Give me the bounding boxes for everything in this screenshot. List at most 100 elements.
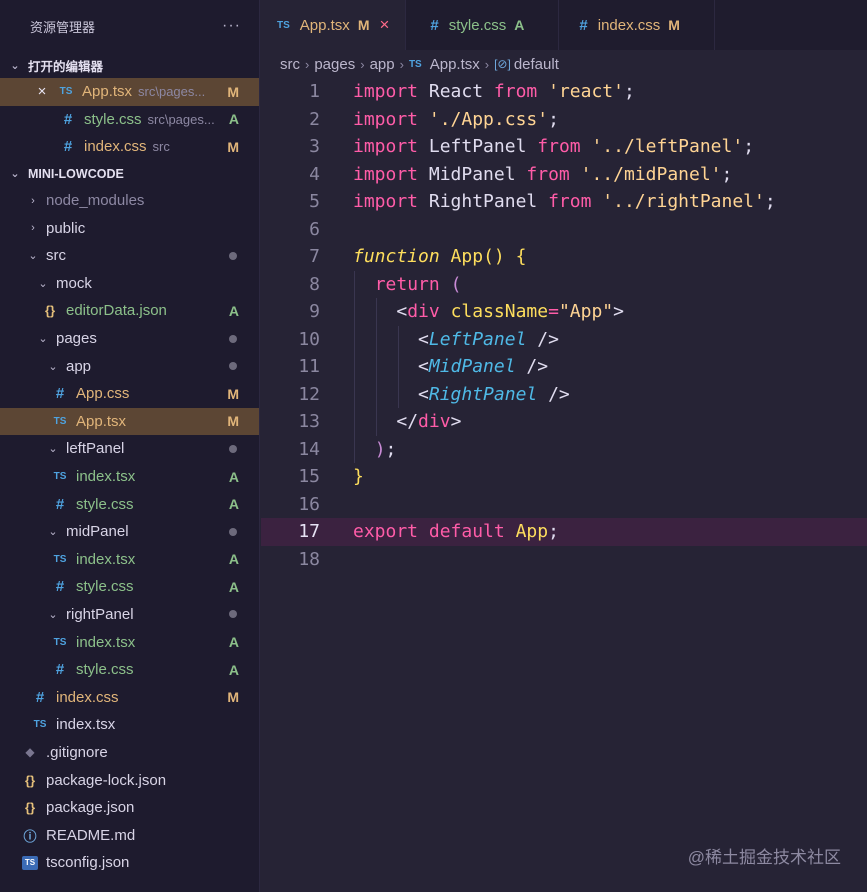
file-index-tsx[interactable]: TS index.tsx A: [0, 463, 259, 491]
more-actions-icon[interactable]: ···: [222, 17, 241, 35]
code-token: '../rightPanel': [602, 191, 765, 212]
modified-dot: [229, 610, 237, 619]
line-number: 2: [309, 108, 320, 130]
file-style-css[interactable]: # style.css A: [0, 573, 259, 601]
open-editors-header[interactable]: ⌄ 打开的编辑器: [0, 52, 259, 78]
code-line-current: 17 export default App;: [261, 518, 867, 546]
code-line: 13 </div>: [261, 408, 867, 436]
open-editor-item[interactable]: # style.css src\pages... A: [0, 106, 259, 134]
typescript-file-icon: TS: [53, 415, 67, 427]
line-number: 4: [309, 163, 320, 185]
line-number: 5: [309, 191, 320, 212]
git-status-badge: A: [228, 468, 239, 485]
folder-public[interactable]: › public: [0, 214, 259, 242]
file-editorData-json[interactable]: {} editorData.json A: [0, 297, 259, 325]
file-index-tsx[interactable]: TS index.tsx: [0, 711, 259, 739]
file-tsconfig-json[interactable]: TS tsconfig.json: [0, 849, 259, 877]
breadcrumb-item[interactable]: src: [280, 56, 300, 73]
code-line: 5 import RightPanel from '../rightPanel';: [261, 188, 867, 216]
chevron-right-icon: ›: [399, 56, 404, 72]
typescript-file-icon: TS: [408, 58, 422, 70]
css-file-icon: #: [579, 16, 588, 34]
git-status-badge: A: [228, 111, 239, 128]
open-editor-item[interactable]: # index.css src M: [0, 133, 259, 161]
open-editor-path: src\pages...: [147, 111, 215, 127]
line-number: 10: [298, 328, 320, 350]
file-style-css[interactable]: # style.css A: [0, 490, 259, 518]
breadcrumb-item[interactable]: App.tsx: [430, 56, 480, 73]
code-token: return: [374, 273, 440, 295]
json-file-icon: {}: [44, 303, 56, 319]
git-status-badge: A: [228, 302, 239, 319]
tab-label: style.css: [448, 16, 507, 34]
code-line: 2 import './App.css';: [261, 106, 867, 134]
breadcrumb-item[interactable]: pages: [314, 56, 355, 73]
code-token: React: [428, 81, 484, 102]
file-index-tsx[interactable]: TS index.tsx A: [0, 546, 259, 574]
file-App-css[interactable]: # App.css M: [0, 380, 259, 408]
file-label: index.tsx: [76, 468, 136, 486]
line-number: 17: [298, 521, 320, 542]
file-style-css[interactable]: # style.css A: [0, 656, 259, 684]
project-header[interactable]: ⌄ MINI-LOWCODE: [0, 161, 259, 187]
file-label: style.css: [76, 495, 134, 513]
css-file-icon: #: [63, 138, 73, 156]
folder-leftPanel[interactable]: ⌄ leftPanel: [0, 435, 259, 463]
tab-app-tsx[interactable]: TS App.tsx M ×: [261, 0, 407, 50]
code-editor[interactable]: 1 import React from 'react'; 2 import './A…: [261, 78, 867, 573]
code-token: RightPanel: [428, 191, 538, 212]
modified-dot: [229, 251, 237, 260]
modified-dot: [229, 444, 237, 453]
folder-pages[interactable]: ⌄ pages: [0, 325, 259, 353]
file-index-css[interactable]: # index.css M: [0, 683, 259, 711]
typescript-file-icon: TS: [33, 719, 47, 731]
file-label: editorData.json: [66, 302, 167, 320]
editor-area: TS App.tsx M × # style.css A # index.css…: [261, 0, 867, 892]
open-editor-name: style.css: [84, 110, 142, 128]
code-token: default: [428, 521, 505, 542]
file-readme[interactable]: ⓘ README.md: [0, 821, 259, 849]
git-file-icon: ◆: [25, 745, 35, 760]
tab-label: App.tsx: [299, 16, 350, 34]
line-number: 13: [298, 411, 320, 432]
typescript-file-icon: TS: [53, 553, 67, 565]
open-editor-name: App.tsx: [82, 83, 133, 101]
breadcrumb-item[interactable]: default: [514, 56, 559, 73]
info-file-icon: ⓘ: [23, 828, 37, 844]
git-status-badge: M: [668, 17, 680, 33]
open-editor-name: index.css: [84, 138, 147, 156]
folder-midPanel[interactable]: ⌄ midPanel: [0, 518, 259, 546]
breadcrumb-item[interactable]: app: [370, 56, 395, 73]
folder-mock[interactable]: ⌄ mock: [0, 270, 259, 298]
code-token: import: [353, 136, 419, 157]
tab-style-css[interactable]: # style.css A: [406, 0, 560, 50]
open-editor-path: src\pages...: [138, 84, 206, 100]
folder-src[interactable]: ⌄ src: [0, 242, 259, 270]
file-gitignore[interactable]: ◆ .gitignore: [0, 739, 259, 767]
line-number: 16: [298, 493, 320, 515]
file-package-json[interactable]: {} package.json: [0, 794, 259, 822]
tsconfig-file-icon: TS: [22, 855, 38, 870]
folder-node_modules[interactable]: › node_modules: [0, 187, 259, 215]
git-status-badge: M: [357, 17, 370, 33]
code-token: App: [515, 521, 549, 542]
file-label: README.md: [46, 826, 136, 844]
folder-label: mock: [56, 274, 92, 292]
folder-rightPanel[interactable]: ⌄ rightPanel: [0, 601, 259, 629]
modified-dot: [229, 527, 237, 536]
open-editor-item[interactable]: × TS App.tsx src\pages... M: [0, 78, 259, 106]
file-App-tsx[interactable]: TS App.tsx M: [0, 407, 259, 436]
folder-app[interactable]: ⌄ app: [0, 352, 259, 380]
close-tab-icon[interactable]: ×: [379, 15, 389, 35]
file-index-tsx[interactable]: TS index.tsx A: [0, 628, 259, 656]
code-token: from: [537, 136, 581, 157]
json-file-icon: {}: [24, 772, 36, 788]
line-number: 6: [309, 218, 320, 240]
tab-index-css[interactable]: # index.css M: [559, 0, 715, 50]
folder-label: node_modules: [46, 192, 145, 210]
code-token: import: [353, 81, 419, 102]
file-package-lock-json[interactable]: {} package-lock.json: [0, 766, 259, 794]
file-label: package-lock.json: [46, 771, 167, 789]
close-icon[interactable]: ×: [34, 83, 50, 100]
chevron-down-icon: ⌄: [38, 333, 48, 346]
